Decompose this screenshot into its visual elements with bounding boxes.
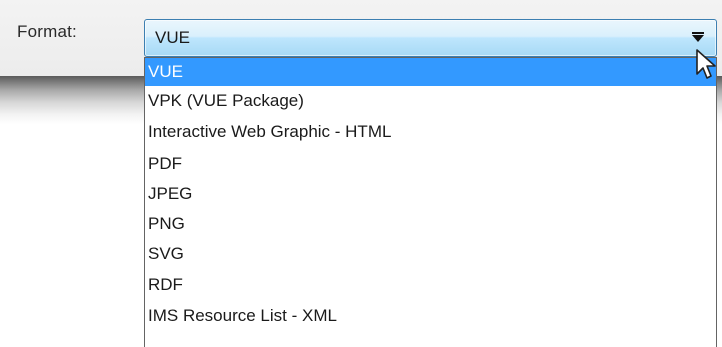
format-option-jpeg[interactable]: JPEG [145, 180, 716, 208]
format-option-html[interactable]: Interactive Web Graphic - HTML [145, 118, 716, 146]
format-option-png[interactable]: PNG [145, 210, 716, 238]
format-option-vue[interactable]: VUE [145, 58, 716, 86]
export-format-screen: Format: VUE VUE VPK (VUE Package) Intera… [0, 0, 722, 347]
format-selected-value: VUE [155, 28, 190, 47]
format-option-pdf[interactable]: PDF [145, 150, 716, 178]
chevron-down-icon-bar [692, 32, 704, 34]
format-option-svg[interactable]: SVG [145, 240, 716, 268]
format-combobox[interactable]: VUE [144, 19, 717, 57]
chevron-down-icon[interactable] [692, 35, 704, 42]
format-dropdown-list: VUE VPK (VUE Package) Interactive Web Gr… [144, 57, 717, 347]
format-option-rdf[interactable]: RDF [145, 271, 716, 299]
format-option-vpk[interactable]: VPK (VUE Package) [145, 87, 716, 115]
format-label: Format: [17, 22, 77, 41]
format-option-ims[interactable]: IMS Resource List - XML [145, 302, 716, 330]
